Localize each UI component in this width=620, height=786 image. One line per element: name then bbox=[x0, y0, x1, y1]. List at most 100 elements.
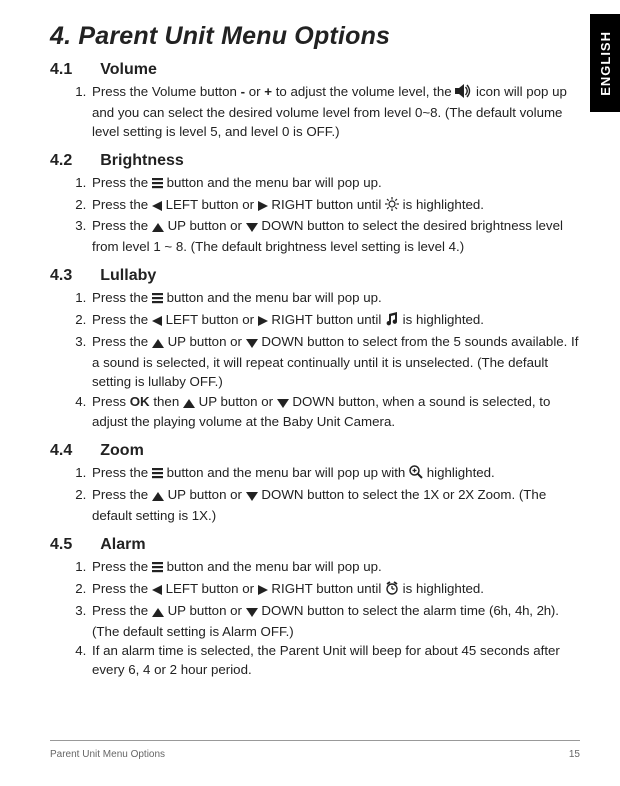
text: is highlighted. bbox=[399, 197, 484, 212]
section-number: 4.2 bbox=[50, 152, 72, 170]
text: LEFT button or bbox=[162, 581, 258, 596]
ok-label: OK bbox=[130, 394, 150, 409]
up-arrow-icon bbox=[152, 604, 164, 623]
up-arrow-icon bbox=[152, 488, 164, 507]
section-label: Volume bbox=[100, 61, 157, 79]
speaker-icon bbox=[455, 84, 472, 104]
zoom-icon bbox=[409, 465, 423, 485]
text: Press the bbox=[92, 487, 152, 502]
text: LEFT button or bbox=[162, 312, 258, 327]
text: to adjust the volume level, the bbox=[272, 84, 455, 99]
section-heading-alarm: 4.5 Alarm bbox=[50, 536, 580, 554]
lullaby-steps: Press the button and the menu bar will p… bbox=[50, 289, 580, 432]
page-number: 15 bbox=[569, 749, 580, 760]
text: Press bbox=[92, 394, 130, 409]
text: DOWN button to select the alarm time ( bbox=[258, 603, 494, 618]
text: If an alarm time is selected, the Parent… bbox=[92, 643, 560, 677]
list-item: Press OK then UP button or DOWN button, … bbox=[90, 393, 580, 433]
four-h-label: 4h bbox=[515, 603, 529, 618]
down-arrow-icon bbox=[246, 219, 258, 238]
text: RIGHT button until bbox=[268, 197, 385, 212]
page-title: 4. Parent Unit Menu Options bbox=[50, 22, 580, 51]
list-item: Press the button and the menu bar will p… bbox=[90, 174, 580, 195]
left-arrow-icon bbox=[152, 198, 162, 217]
section-heading-lullaby: 4.3 Lullaby bbox=[50, 267, 580, 285]
section-label: Zoom bbox=[100, 442, 144, 460]
text: button and the menu bar will pop up with bbox=[163, 465, 409, 480]
left-arrow-icon bbox=[152, 582, 162, 601]
text: then bbox=[150, 394, 183, 409]
section-heading-brightness: 4.2 Brightness bbox=[50, 152, 580, 170]
one-x-label: 1X bbox=[423, 487, 439, 502]
text: DOWN button to select the bbox=[258, 487, 424, 502]
list-item: Press the button and the menu bar will p… bbox=[90, 464, 580, 485]
music-icon bbox=[385, 312, 399, 332]
down-arrow-icon bbox=[246, 488, 258, 507]
down-arrow-icon bbox=[246, 335, 258, 354]
list-item: Press the button and the menu bar will p… bbox=[90, 289, 580, 310]
document-page: ENGLISH 4. Parent Unit Menu Options 4.1 … bbox=[0, 0, 620, 786]
list-item: Press the LEFT button or RIGHT button un… bbox=[90, 580, 580, 601]
brightness-icon bbox=[385, 197, 399, 217]
section-label: Brightness bbox=[100, 152, 184, 170]
text: Press the bbox=[92, 603, 152, 618]
text: button and the menu bar will pop up. bbox=[163, 175, 382, 190]
text: button and the menu bar will pop up. bbox=[163, 290, 382, 305]
text: UP button or bbox=[164, 218, 246, 233]
text: Press the bbox=[92, 175, 152, 190]
list-item: Press the UP button or DOWN button to se… bbox=[90, 217, 580, 257]
text: is highlighted. bbox=[399, 581, 484, 596]
text: UP button or bbox=[195, 394, 277, 409]
text: or bbox=[439, 487, 458, 502]
volume-steps: Press the Volume button - or + to adjust… bbox=[50, 83, 580, 142]
text: button and the menu bar will pop up. bbox=[163, 559, 382, 574]
down-arrow-icon bbox=[277, 395, 289, 414]
list-item: Press the UP button or DOWN button to se… bbox=[90, 333, 580, 392]
text: , bbox=[529, 603, 536, 618]
list-item: If an alarm time is selected, the Parent… bbox=[90, 642, 580, 680]
two-x-label: 2X bbox=[458, 487, 474, 502]
up-arrow-icon bbox=[183, 395, 195, 414]
six-h-label: 6h bbox=[493, 603, 507, 618]
text: highlighted. bbox=[423, 465, 495, 480]
up-arrow-icon bbox=[152, 335, 164, 354]
menu-icon bbox=[152, 560, 163, 579]
section-number: 4.5 bbox=[50, 536, 72, 554]
language-label: ENGLISH bbox=[598, 31, 613, 96]
list-item: Press the button and the menu bar will p… bbox=[90, 558, 580, 579]
list-item: Press the UP button or DOWN button to se… bbox=[90, 486, 580, 526]
zoom-steps: Press the button and the menu bar will p… bbox=[50, 464, 580, 526]
alarm-steps: Press the button and the menu bar will p… bbox=[50, 558, 580, 680]
section-number: 4.3 bbox=[50, 267, 72, 285]
alarm-clock-icon bbox=[385, 581, 399, 601]
text: UP button or bbox=[164, 603, 246, 618]
text: Press the Volume button bbox=[92, 84, 241, 99]
language-tab: ENGLISH bbox=[590, 14, 620, 112]
text: Press the bbox=[92, 218, 152, 233]
text: LEFT button or bbox=[162, 197, 258, 212]
section-heading-volume: 4.1 Volume bbox=[50, 61, 580, 79]
text: is highlighted. bbox=[399, 312, 484, 327]
text: Press the bbox=[92, 581, 152, 596]
text: Press the bbox=[92, 312, 152, 327]
text: Press the bbox=[92, 290, 152, 305]
text: UP button or bbox=[164, 334, 246, 349]
right-arrow-icon bbox=[258, 313, 268, 332]
list-item: Press the LEFT button or RIGHT button un… bbox=[90, 311, 580, 332]
section-label: Lullaby bbox=[100, 267, 156, 285]
list-item: Press the UP button or DOWN button to se… bbox=[90, 602, 580, 642]
right-arrow-icon bbox=[258, 582, 268, 601]
menu-icon bbox=[152, 176, 163, 195]
text: Press the bbox=[92, 465, 152, 480]
section-label: Alarm bbox=[100, 536, 145, 554]
text: RIGHT button until bbox=[268, 312, 385, 327]
list-item: Press the LEFT button or RIGHT button un… bbox=[90, 196, 580, 217]
right-arrow-icon bbox=[258, 198, 268, 217]
footer-title: Parent Unit Menu Options bbox=[50, 749, 165, 760]
text: Press the bbox=[92, 334, 152, 349]
text: RIGHT button until bbox=[268, 581, 385, 596]
text: Press the bbox=[92, 559, 152, 574]
section-heading-zoom: 4.4 Zoom bbox=[50, 442, 580, 460]
up-arrow-icon bbox=[152, 219, 164, 238]
two-h-label: 2h bbox=[537, 603, 551, 618]
